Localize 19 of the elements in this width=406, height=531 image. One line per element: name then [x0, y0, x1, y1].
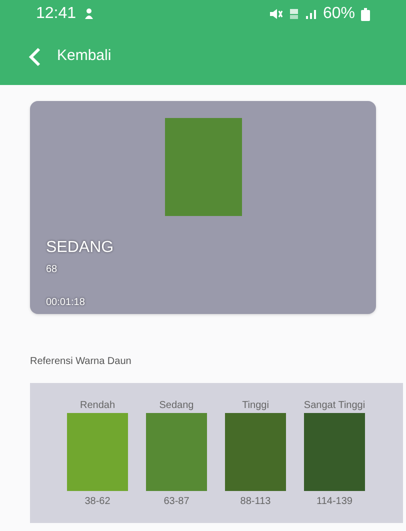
mute-icon — [268, 8, 283, 20]
back-icon — [28, 46, 41, 66]
battery-percent: 60% — [322, 4, 355, 24]
level-value: 68 — [46, 263, 58, 277]
duration: 00:01:18 — [46, 296, 86, 310]
swatch-range: 88-113 — [240, 495, 271, 509]
reference-title: Referensi Warna Daun — [30, 355, 132, 369]
battery-icon — [361, 8, 370, 20]
swatch-label: Tinggi — [242, 399, 269, 413]
status-time: 12:41 — [36, 4, 76, 24]
signal-icon — [304, 8, 317, 20]
swatch-range: 63-87 — [164, 495, 190, 509]
swatch-label: Sedang — [159, 399, 194, 413]
swatch-label: Sangat Tinggi — [304, 399, 366, 413]
swatch-range: 38-62 — [84, 495, 110, 509]
back-button[interactable]: Kembali — [28, 45, 112, 68]
level-name: SEDANG — [46, 238, 115, 258]
swatch-range: 114-139 — [316, 495, 352, 509]
swatch-label: Rendah — [80, 399, 116, 413]
